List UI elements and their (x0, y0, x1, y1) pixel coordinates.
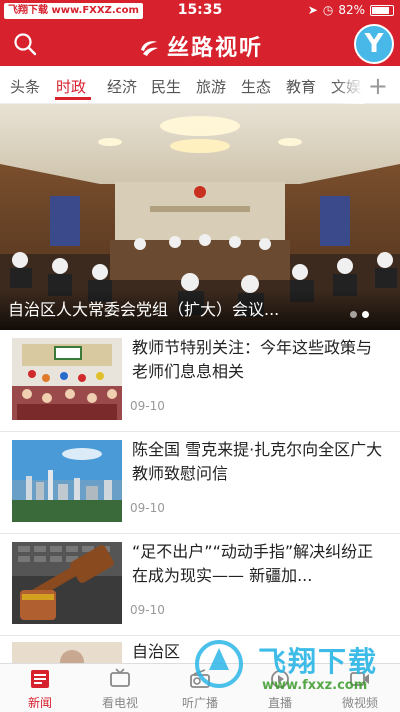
headline-banner[interactable]: 自治区人大常委会党组（扩大）会议... (0, 104, 400, 330)
nav-label: 新闻 (27, 696, 52, 710)
status-bar: 飞翔下载 www.FXXZ.com 15:35 ➤ ◷ 82% (0, 0, 400, 22)
news-thumbnail (12, 542, 122, 624)
active-tab-indicator (55, 97, 91, 100)
news-title: 陈全国 雪克来提·扎克尔向全区广大教师致慰问信 (132, 440, 383, 483)
news-thumbnail (12, 440, 122, 522)
tv-icon (110, 668, 130, 687)
logo-mark-icon (140, 41, 158, 56)
tab-travel[interactable]: 旅游 (196, 76, 226, 97)
carousel-dot (350, 311, 357, 318)
tab-education[interactable]: 教育 (286, 76, 316, 97)
carousel-dot (362, 311, 369, 318)
news-icon (31, 670, 49, 688)
news-item[interactable]: 陈全国 雪克来提·扎克尔向全区广大教师致慰问信 09-10 (0, 432, 400, 534)
tab-politics[interactable]: 时政 (56, 76, 86, 97)
add-channel-icon[interactable]: + (368, 72, 388, 100)
tabs-fade (334, 66, 364, 104)
news-item[interactable]: 教师节特别关注：今年这些政策与老师们息息相关 09-10 (0, 330, 400, 432)
news-title: “足不出户”“动动手指”解决纠纷正在成为现实—— 新疆加... (132, 542, 374, 585)
news-date: 09-10 (130, 501, 165, 515)
tab-ecology[interactable]: 生态 (241, 76, 271, 97)
alarm-icon: ◷ (322, 3, 334, 17)
banner-caption: 自治区人大常委会党组（扩大）会议... (8, 300, 280, 319)
watermark-text: 飞翔下载 (258, 645, 379, 678)
nav-tv[interactable]: 看电视 (80, 664, 160, 712)
status-icons: ➤ ◷ 82% (308, 3, 394, 17)
battery-percent: 82% (338, 3, 365, 17)
nav-news[interactable]: 新闻 (0, 664, 80, 712)
tab-economy[interactable]: 经济 (107, 76, 137, 97)
app-header: 丝路视听 Y (0, 22, 400, 66)
news-item[interactable]: “足不出户”“动动手指”解决纠纷正在成为现实—— 新疆加... 09-10 (0, 534, 400, 636)
news-thumbnail (12, 338, 122, 420)
logo-text: 丝路视听 (166, 36, 263, 61)
news-date: 09-10 (130, 399, 165, 413)
watermark-url: www.fxxz.com (262, 678, 368, 693)
tab-livelihood[interactable]: 民生 (151, 76, 181, 97)
news-title: 教师节特别关注：今年这些政策与老师们息息相关 (132, 338, 373, 381)
app-logo: 丝路视听 (0, 30, 400, 62)
user-avatar[interactable]: Y (354, 24, 394, 64)
tab-headlines[interactable]: 头条 (10, 76, 40, 97)
news-date: 09-10 (130, 603, 165, 617)
battery-icon (370, 4, 394, 16)
nav-label: 看电视 (101, 696, 138, 710)
location-icon: ➤ (307, 3, 318, 17)
